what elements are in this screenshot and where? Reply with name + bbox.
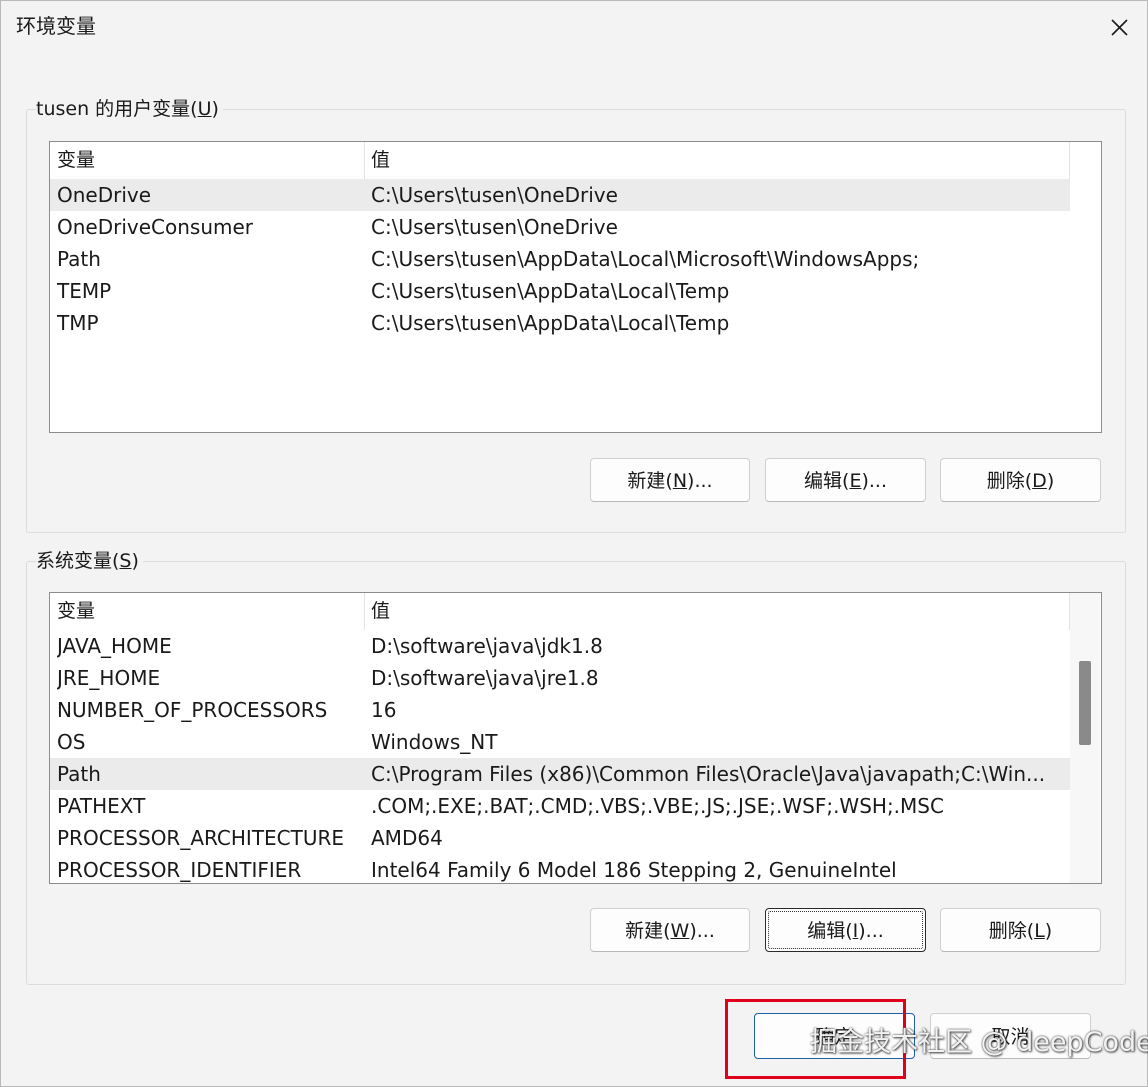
variable-name: OneDrive: [57, 183, 152, 207]
table-row[interactable]: JAVA_HOME D:\software\java\jdk1.8: [50, 630, 1070, 662]
variable-value: C:\Users\tusen\AppData\Local\Microsoft\W…: [371, 247, 920, 271]
close-icon: [1111, 19, 1128, 36]
vertical-scrollbar[interactable]: [1070, 593, 1100, 883]
variable-value: C:\Users\tusen\AppData\Local\Temp: [371, 311, 730, 335]
variable-value: Intel64 Family 6 Model 186 Stepping 2, G…: [371, 858, 897, 882]
column-header-variable[interactable]: 变量: [57, 142, 95, 179]
environment-variables-dialog: 环境变量 tusen 的用户变量(U) 变量 值 OneDrive C:\User…: [0, 0, 1148, 1087]
user-variables-label: tusen 的用户变量(U): [36, 97, 223, 121]
variable-name: TMP: [57, 311, 99, 335]
variable-value: C:\Program Files (x86)\Common Files\Orac…: [371, 762, 1046, 786]
column-separator[interactable]: [364, 142, 365, 179]
variable-name: Path: [57, 247, 101, 271]
table-row[interactable]: TMP C:\Users\tusen\AppData\Local\Temp: [50, 307, 1070, 339]
table-row[interactable]: TEMP C:\Users\tusen\AppData\Local\Temp: [50, 275, 1070, 307]
variable-name: Path: [57, 762, 101, 786]
cancel-button[interactable]: 取消: [930, 1013, 1091, 1059]
ok-button[interactable]: 确定: [754, 1013, 915, 1059]
table-row[interactable]: NUMBER_OF_PROCESSORS 16: [50, 694, 1070, 726]
variable-value: Windows_NT: [371, 730, 498, 754]
table-row[interactable]: JRE_HOME D:\software\java\jre1.8: [50, 662, 1070, 694]
table-row[interactable]: PROCESSOR_ARCHITECTURE AMD64: [50, 822, 1070, 854]
close-button[interactable]: [1091, 1, 1147, 53]
table-row[interactable]: OneDriveConsumer C:\Users\tusen\OneDrive: [50, 211, 1070, 243]
system-edit-button[interactable]: 编辑(I)...: [765, 908, 926, 952]
scrollbar-thumb[interactable]: [1079, 661, 1091, 745]
system-new-button[interactable]: 新建(W)...: [590, 908, 750, 952]
variable-value: C:\Users\tusen\OneDrive: [371, 215, 618, 239]
system-delete-button[interactable]: 删除(L): [940, 908, 1101, 952]
variable-value: D:\software\java\jre1.8: [371, 666, 599, 690]
variable-value: 16: [371, 698, 397, 722]
column-header-value[interactable]: 值: [371, 593, 390, 630]
variable-value: D:\software\java\jdk1.8: [371, 634, 603, 658]
variable-name: OneDriveConsumer: [57, 215, 254, 239]
variable-value: C:\Users\tusen\OneDrive: [371, 183, 618, 207]
variable-name: TEMP: [57, 279, 112, 303]
list-header: 变量 值: [50, 593, 1070, 630]
variable-name: JAVA_HOME: [57, 634, 172, 658]
variable-value: .COM;.EXE;.BAT;.CMD;.VBS;.VBE;.JS;.JSE;.…: [371, 794, 944, 818]
user-edit-button[interactable]: 编辑(E)...: [765, 458, 926, 502]
table-row[interactable]: PROCESSOR_IDENTIFIER Intel64 Family 6 Mod…: [50, 854, 1070, 883]
window-title: 环境变量: [16, 14, 96, 38]
column-separator[interactable]: [364, 593, 365, 630]
variable-name: PATHEXT: [57, 794, 146, 818]
column-header-variable[interactable]: 变量: [57, 593, 95, 630]
system-variables-label: 系统变量(S): [36, 549, 143, 573]
table-row[interactable]: PATHEXT .COM;.EXE;.BAT;.CMD;.VBS;.VBE;.JS…: [50, 790, 1070, 822]
user-new-button[interactable]: 新建(N)...: [590, 458, 750, 502]
list-header: 变量 值: [50, 142, 1070, 179]
variable-value: C:\Users\tusen\AppData\Local\Temp: [371, 279, 730, 303]
table-row[interactable]: OS Windows_NT: [50, 726, 1070, 758]
column-header-value[interactable]: 值: [371, 142, 390, 179]
table-row[interactable]: Path C:\Users\tusen\AppData\Local\Microso…: [50, 243, 1070, 275]
user-delete-button[interactable]: 删除(D): [940, 458, 1101, 502]
table-row[interactable]: OneDrive C:\Users\tusen\OneDrive: [50, 179, 1070, 211]
variable-name: PROCESSOR_ARCHITECTURE: [57, 826, 345, 850]
variable-name: NUMBER_OF_PROCESSORS: [57, 698, 328, 722]
variable-value: AMD64: [371, 826, 443, 850]
column-separator[interactable]: [1069, 142, 1070, 179]
variable-name: JRE_HOME: [57, 666, 161, 690]
title-bar: 环境变量: [1, 1, 1147, 53]
system-variables-list[interactable]: 变量 值 JAVA_HOME D:\software\java\jdk1.8 JRE…: [49, 592, 1102, 884]
table-row[interactable]: Path C:\Program Files (x86)\Common Files\…: [50, 758, 1070, 790]
variable-name: PROCESSOR_IDENTIFIER: [57, 858, 302, 882]
variable-name: OS: [57, 730, 86, 754]
user-variables-list[interactable]: 变量 值 OneDrive C:\Users\tusen\OneDrive OneD…: [49, 141, 1102, 433]
